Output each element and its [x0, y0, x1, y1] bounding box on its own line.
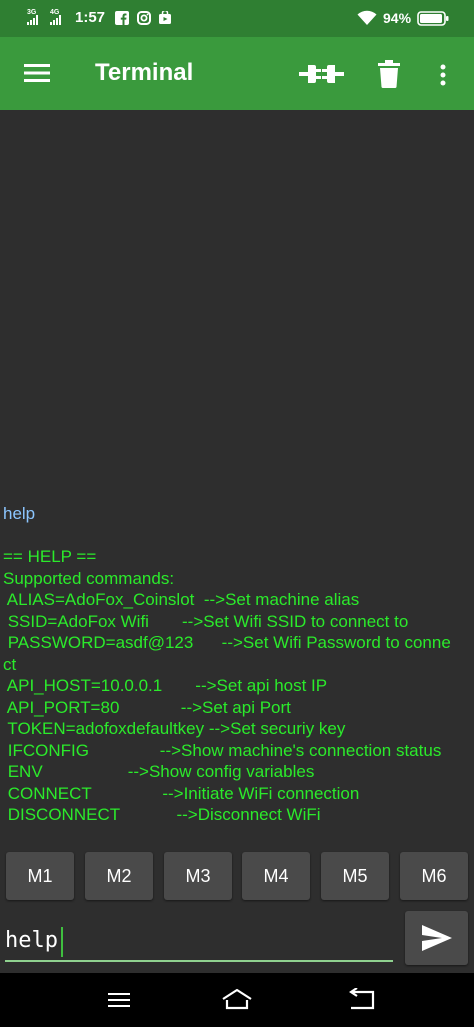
macro-button-m5[interactable]: M5 — [321, 852, 389, 900]
menu-icon[interactable] — [24, 63, 50, 83]
instagram-icon — [137, 11, 151, 25]
signal-icon — [50, 15, 61, 25]
command-input-row — [0, 905, 474, 970]
send-icon — [422, 925, 452, 951]
battery-icon — [417, 11, 449, 26]
macro-button-m3[interactable]: M3 — [164, 852, 232, 900]
terminal-output-line: API_HOST=10.0.0.1 -->Set api host IP — [3, 676, 328, 695]
terminal-output-line: TOKEN=adofoxdefaultkey -->Set securiy ke… — [3, 719, 346, 738]
terminal-screen: 3G 4G 1:57 94% Terminal help == HELP == … — [0, 0, 474, 1027]
terminal-output-line: SSID=AdoFox Wifi -->Set Wifi SSID to con… — [3, 611, 409, 631]
terminal-output-line: API_PORT=80 -->Set api Port — [3, 697, 291, 717]
back-icon[interactable] — [349, 988, 375, 1010]
signal-icon — [27, 15, 38, 25]
terminal-output-line: DISCONNECT -->Disconnect WiFi — [3, 805, 321, 824]
facebook-icon — [115, 11, 129, 25]
macro-button-m6[interactable]: M6 — [400, 852, 468, 900]
macro-button-m4[interactable]: M4 — [242, 852, 310, 900]
home-icon[interactable] — [221, 988, 253, 1010]
wifi-icon — [357, 10, 377, 25]
macro-button-m1[interactable]: M1 — [6, 852, 74, 900]
more-icon[interactable] — [439, 64, 447, 86]
command-input[interactable] — [5, 920, 393, 962]
terminal-output: help == HELP == Supported commands: ALIAS=… — [0, 110, 474, 850]
text-cursor — [61, 927, 63, 957]
terminal-output-line: ENV -->Show config variables — [3, 762, 315, 781]
store-icon — [159, 11, 171, 24]
macro-button-m2[interactable]: M2 — [85, 852, 153, 900]
terminal-output-line: ct — [3, 654, 17, 674]
terminal-output-line: IFCONFIG -->Show machine's connection st… — [3, 740, 442, 760]
app-bar: Terminal — [0, 37, 474, 110]
macro-buttons: M1 M2 M3 M4 M5 M6 — [0, 852, 474, 902]
status-bar: 3G 4G 1:57 94% — [0, 0, 474, 37]
connect-icon[interactable] — [299, 61, 344, 87]
terminal-output-line: ALIAS=AdoFox_Coinslot -->Set machine ali… — [3, 590, 360, 609]
terminal-output-line: == HELP == — [3, 547, 97, 566]
battery-percentage: 94% — [383, 10, 412, 26]
send-button[interactable] — [405, 911, 468, 965]
delete-icon[interactable] — [378, 60, 400, 88]
terminal-output-line: Supported commands: — [3, 568, 175, 588]
navigation-bar — [0, 973, 474, 1027]
terminal-command-line: help — [3, 504, 36, 523]
status-time: 1:57 — [75, 9, 106, 26]
terminal-output-line: CONNECT -->Initiate WiFi connection — [3, 783, 360, 803]
page-title: Terminal — [95, 59, 194, 86]
recents-icon[interactable] — [108, 992, 130, 1008]
terminal-output-line: PASSWORD=asdf@123 -->Set Wifi Password t… — [3, 633, 451, 652]
